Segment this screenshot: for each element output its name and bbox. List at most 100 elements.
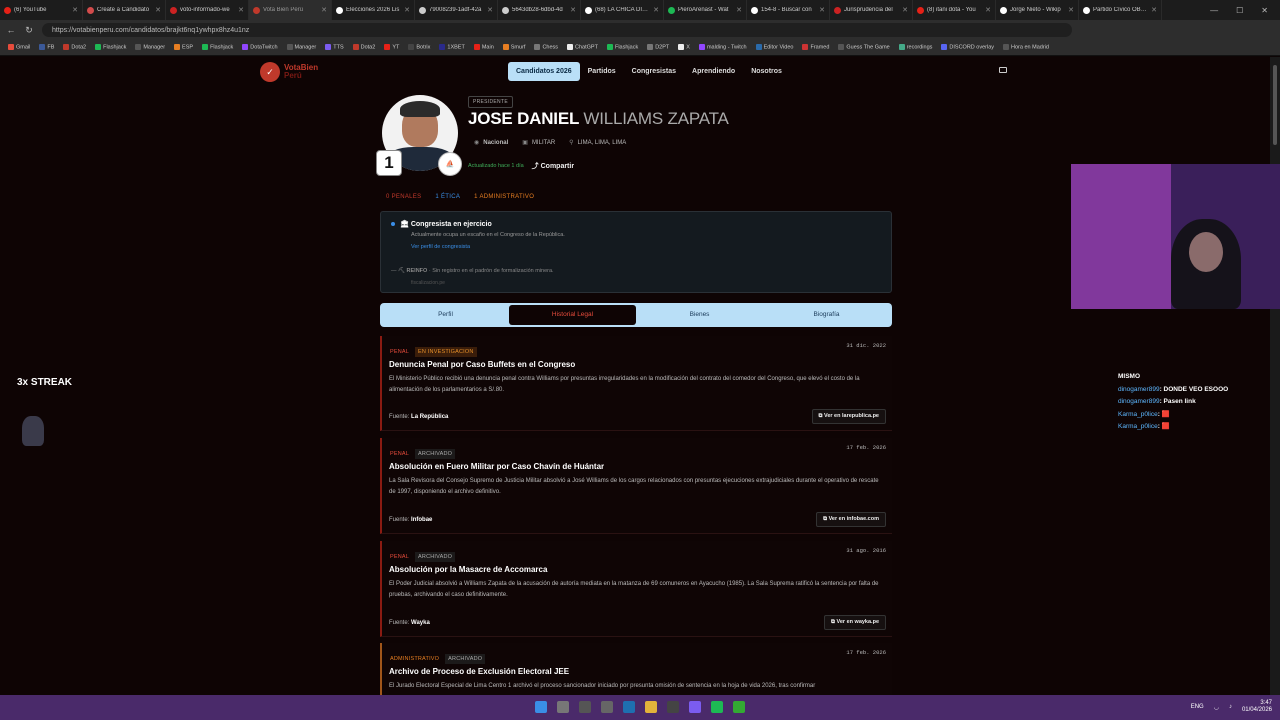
tab-close-icon[interactable]: ✕ <box>819 6 825 14</box>
site-logo[interactable]: ✓ VotaBien Perú <box>260 62 318 82</box>
browser-tab[interactable]: Elecciones 2026 Lis ✕ <box>332 0 415 20</box>
bookmark-item[interactable]: YT <box>384 44 399 51</box>
reload-icon[interactable]: ↻ <box>24 25 34 36</box>
nav-aprendiendo[interactable]: Aprendiendo <box>684 62 743 81</box>
start-icon[interactable] <box>535 701 547 713</box>
bookmark-item[interactable]: Manager <box>135 44 165 51</box>
bookmark-item[interactable]: TTS <box>325 44 344 51</box>
tab-close-icon[interactable]: ✕ <box>902 6 908 14</box>
wifi-icon[interactable]: ◡ <box>1214 704 1219 711</box>
taskbar-apps <box>535 701 745 713</box>
tab-close-icon[interactable]: ✕ <box>404 6 410 14</box>
green-app-icon[interactable] <box>733 701 745 713</box>
bookmark-item[interactable]: Flashjack <box>95 44 126 51</box>
steam-icon[interactable] <box>579 701 591 713</box>
browser-tab[interactable]: Vota Bien Perú ✕ <box>249 0 332 20</box>
bookmark-item[interactable]: Botrix <box>408 44 430 51</box>
tab-close-icon[interactable]: ✕ <box>487 6 493 14</box>
tab-close-icon[interactable]: ✕ <box>1151 6 1157 14</box>
nav-nosotros[interactable]: Nosotros <box>743 62 790 81</box>
record-source-button[interactable]: ⧉ Ver en wayka.pe <box>824 615 886 630</box>
browser-tab[interactable]: (8) itani dota - You ✕ <box>913 0 996 20</box>
bookmark-item[interactable]: recordings <box>898 44 932 51</box>
tab-close-icon[interactable]: ✕ <box>985 6 991 14</box>
discord-icon[interactable] <box>689 701 701 713</box>
bookmark-item[interactable]: FB <box>39 44 54 51</box>
location-pin-icon: ◉ <box>474 140 480 146</box>
browser-tab[interactable]: 79008239-1adf-42a ✕ <box>415 0 498 20</box>
bookmark-item[interactable]: Framed <box>802 44 829 51</box>
explorer-icon[interactable] <box>601 701 613 713</box>
bookmark-item[interactable]: DotaTwitch <box>242 44 278 51</box>
clock[interactable]: 3:47 01/04/2026 <box>1242 700 1272 714</box>
bookmark-item[interactable]: Guess The Game <box>838 44 890 51</box>
record-chips: ADMINISTRATIVO ARCHIVADO <box>387 647 488 665</box>
bookmark-item[interactable]: D2PT <box>647 44 669 51</box>
tab-bienes[interactable]: Bienes <box>636 305 763 325</box>
tab-close-icon[interactable]: ✕ <box>155 6 161 14</box>
tab-perfil[interactable]: Perfil <box>382 305 509 325</box>
count-penal[interactable]: 0 PENALES <box>386 194 421 200</box>
congresista-profile-link[interactable]: Ver perfil de congresista <box>411 244 470 250</box>
bookmark-item[interactable]: ESP <box>174 44 193 51</box>
bookmark-item[interactable]: DISCORD overlay <box>941 44 994 51</box>
tab-title: 154-8 - Buscar con <box>761 7 812 13</box>
maximize-icon[interactable]: ☐ <box>1236 6 1243 15</box>
tab-historial-legal[interactable]: Historial Legal <box>509 305 636 325</box>
bookmark-item[interactable]: Manager <box>286 44 316 51</box>
browser-tab[interactable]: PieroArenast - Wat ✕ <box>664 0 747 20</box>
nav-congresistas[interactable]: Congresistas <box>624 62 684 81</box>
tab-close-icon[interactable]: ✕ <box>653 6 659 14</box>
bookmark-item[interactable]: Dota2 <box>352 44 375 51</box>
monitor-icon[interactable] <box>999 67 1007 73</box>
volume-icon[interactable]: ♪ <box>1229 704 1232 710</box>
browser-tab[interactable]: voto-informado-we ✕ <box>166 0 249 20</box>
scrollbar[interactable] <box>1270 57 1280 695</box>
bookmark-item[interactable]: Chess <box>534 44 558 51</box>
close-icon[interactable]: ✕ <box>1261 6 1268 15</box>
app-icon[interactable] <box>667 701 679 713</box>
nav-partidos[interactable]: Partidos <box>580 62 624 81</box>
search-icon[interactable] <box>557 701 569 713</box>
bookmark-item[interactable]: malding - Twitch <box>698 44 747 51</box>
bookmark-item[interactable]: Flashjack <box>606 44 638 51</box>
edge-icon[interactable] <box>623 701 635 713</box>
bookmark-item[interactable]: Hora en Madrid <box>1003 44 1049 51</box>
browser-tab[interactable]: Partido Cívico OBRA ✕ <box>1079 0 1162 20</box>
browser-tab[interactable]: (68) LA CHICA DICE ✕ <box>581 0 664 20</box>
folder-icon[interactable] <box>645 701 657 713</box>
nav-candidatos[interactable]: Candidatos 2026 <box>508 62 580 81</box>
browser-tab[interactable]: Jorge Nieto - Wikip ✕ <box>996 0 1079 20</box>
bookmark-item[interactable]: Main <box>473 44 494 51</box>
bookmark-item[interactable]: Editor Video <box>755 44 793 51</box>
tab-close-icon[interactable]: ✕ <box>1068 6 1074 14</box>
back-icon[interactable]: ← <box>6 25 16 35</box>
tab-close-icon[interactable]: ✕ <box>238 6 244 14</box>
record-source-button[interactable]: ⧉ Ver en larepublica.pe <box>811 409 886 424</box>
bookmark-item[interactable]: ChatGPT <box>567 44 598 51</box>
count-etica[interactable]: 1 ÉTICA <box>435 194 460 200</box>
bookmark-item[interactable]: 1XBET <box>439 44 465 51</box>
bookmark-item[interactable]: X <box>678 44 690 51</box>
count-admin[interactable]: 1 ADMINISTRATIVO <box>474 194 534 200</box>
minimize-icon[interactable]: — <box>1210 6 1218 15</box>
tab-close-icon[interactable]: ✕ <box>72 6 78 14</box>
spotify-icon[interactable] <box>711 701 723 713</box>
url-field[interactable]: https://votabienperu.com/candidatos/braj… <box>42 23 1072 37</box>
browser-tab[interactable]: Jurisprudencia del ✕ <box>830 0 913 20</box>
bookmark-item[interactable]: Smurf <box>502 44 525 51</box>
lang-indicator[interactable]: ENG <box>1191 704 1204 710</box>
browser-tab[interactable]: 154-8 - Buscar con ✕ <box>747 0 830 20</box>
share-button[interactable]: ⤴ Compartir <box>532 161 574 171</box>
tab-close-icon[interactable]: ✕ <box>736 6 742 14</box>
browser-tab[interactable]: 5643db28-6dbd-4d ✕ <box>498 0 581 20</box>
tab-biografia[interactable]: Biografía <box>763 305 890 325</box>
bookmark-item[interactable]: Gmail <box>8 44 30 51</box>
browser-tab[interactable]: Create a Candidato ✕ <box>83 0 166 20</box>
browser-tab[interactable]: (6) YouTube ✕ <box>0 0 83 20</box>
bookmark-item[interactable]: Flashjack <box>202 44 233 51</box>
bookmark-item[interactable]: Dota2 <box>63 44 86 51</box>
record-source-button[interactable]: ⧉ Ver en infobae.com <box>816 512 886 527</box>
tab-close-icon[interactable]: ✕ <box>570 6 576 14</box>
tab-close-icon[interactable]: ✕ <box>321 6 327 14</box>
